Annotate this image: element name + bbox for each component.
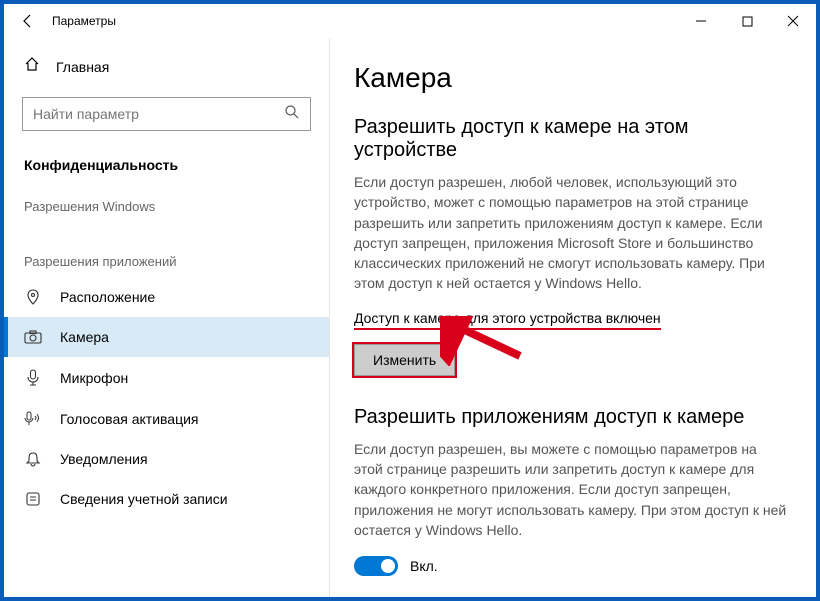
nav-voice-activation[interactable]: Голосовая активация (4, 399, 329, 439)
home-label: Главная (56, 59, 109, 75)
apps-toggle[interactable] (354, 556, 398, 576)
nav-label: Расположение (60, 289, 155, 305)
window-title: Параметры (52, 14, 116, 28)
account-icon (24, 491, 42, 507)
close-button[interactable] (770, 5, 816, 37)
section-heading-apps: Разрешить приложениям доступ к камере (354, 406, 788, 429)
nav-notifications[interactable]: Уведомления (4, 439, 329, 479)
toggle-label: Вкл. (410, 558, 438, 574)
nav-label: Сведения учетной записи (60, 491, 228, 507)
nav-account-info[interactable]: Сведения учетной записи (4, 479, 329, 519)
device-desc: Если доступ разрешен, любой человек, исп… (354, 172, 788, 294)
camera-status: Доступ к камере для этого устройства вкл… (354, 310, 661, 330)
section-header-privacy: Конфиденциальность (4, 145, 329, 185)
home-link[interactable]: Главная (4, 46, 329, 87)
search-input[interactable] (33, 106, 284, 122)
nav-label: Голосовая активация (60, 411, 199, 427)
voice-icon (24, 411, 42, 427)
nav-label: Камера (60, 329, 109, 345)
nav-location[interactable]: Расположение (4, 277, 329, 317)
bell-icon (24, 451, 42, 467)
page-title: Камера (354, 62, 788, 94)
microphone-icon (24, 369, 42, 387)
nav-label: Уведомления (60, 451, 148, 467)
minimize-button[interactable] (678, 5, 724, 37)
change-button[interactable]: Изменить (354, 344, 455, 376)
section-app-perms: Разрешения приложений (4, 240, 329, 277)
classic-apps-note: Некоторые классические приложения могут … (354, 592, 788, 597)
sidebar: Главная Конфиденциальность Разрешения Wi… (4, 38, 329, 597)
location-icon (24, 289, 42, 305)
apps-desc: Если доступ разрешен, вы можете с помощь… (354, 439, 788, 540)
camera-icon (24, 330, 42, 344)
main-content: Камера Разрешить доступ к камере на этом… (329, 38, 816, 597)
nav-camera[interactable]: Камера (4, 317, 329, 357)
section-windows-perms[interactable]: Разрешения Windows (4, 185, 329, 222)
home-icon (24, 56, 40, 77)
nav-microphone[interactable]: Микрофон (4, 357, 329, 399)
back-button[interactable] (12, 5, 44, 37)
section-heading-device: Разрешить доступ к камере на этом устрой… (354, 116, 788, 162)
nav-label: Микрофон (60, 370, 128, 386)
maximize-button[interactable] (724, 5, 770, 37)
search-icon (284, 104, 300, 125)
search-input-container[interactable] (22, 97, 311, 131)
